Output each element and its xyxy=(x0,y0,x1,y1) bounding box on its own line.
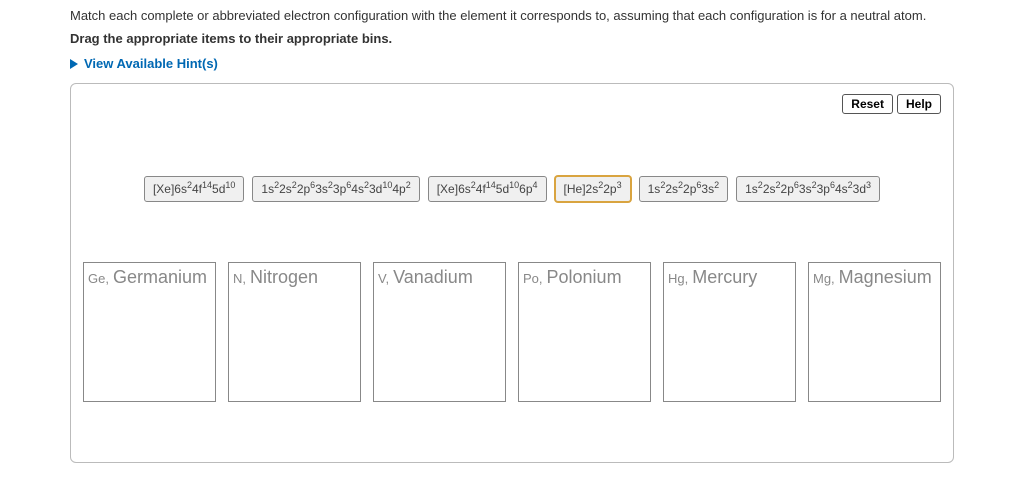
bin-label: Po, Polonium xyxy=(523,267,622,288)
config-tile-5[interactable]: 1s22s22p63s23p64s23d3 xyxy=(736,176,880,202)
bin-symbol: N, xyxy=(233,271,246,286)
bin-germanium[interactable]: Ge, Germanium xyxy=(83,262,216,402)
bin-name: Nitrogen xyxy=(250,267,318,288)
bin-label: N, Nitrogen xyxy=(233,267,318,288)
bin-symbol: Ge, xyxy=(88,271,109,286)
bin-name: Vanadium xyxy=(393,267,473,288)
config-tile-3[interactable]: [He]2s22p3 xyxy=(555,176,631,202)
bold-instruction-text: Drag the appropriate items to their appr… xyxy=(70,31,954,46)
config-tile-1[interactable]: 1s22s22p63s23p64s23d104p2 xyxy=(252,176,419,202)
draggable-tiles-row: [Xe]6s24f145d10 1s22s22p63s23p64s23d104p2… xyxy=(83,176,941,202)
hints-label: View Available Hint(s) xyxy=(84,56,218,71)
config-tile-4[interactable]: 1s22s22p63s2 xyxy=(639,176,728,202)
config-tile-2[interactable]: [Xe]6s24f145d106p4 xyxy=(428,176,547,202)
reset-button[interactable]: Reset xyxy=(842,94,893,114)
bin-nitrogen[interactable]: N, Nitrogen xyxy=(228,262,361,402)
bin-symbol: Mg, xyxy=(813,271,835,286)
bin-mercury[interactable]: Hg, Mercury xyxy=(663,262,796,402)
activity-panel: Reset Help [Xe]6s24f145d10 1s22s22p63s23p… xyxy=(70,83,954,463)
bin-symbol: Hg, xyxy=(668,271,688,286)
bin-label: Hg, Mercury xyxy=(668,267,757,288)
bin-name: Polonium xyxy=(547,267,622,288)
instruction-text: Match each complete or abbreviated elect… xyxy=(70,8,954,23)
bin-symbol: V, xyxy=(378,271,389,286)
bin-name: Magnesium xyxy=(839,267,932,288)
bins-row: Ge, Germanium N, Nitrogen V, Vanadium Po, Polon… xyxy=(83,262,941,402)
bin-label: Mg, Magnesium xyxy=(813,267,932,288)
bin-vanadium[interactable]: V, Vanadium xyxy=(373,262,506,402)
bin-name: Mercury xyxy=(692,267,757,288)
help-button[interactable]: Help xyxy=(897,94,941,114)
config-tile-0[interactable]: [Xe]6s24f145d10 xyxy=(144,176,244,202)
triangle-right-icon xyxy=(70,59,78,69)
bin-label: V, Vanadium xyxy=(378,267,473,288)
bin-symbol: Po, xyxy=(523,271,543,286)
bin-name: Germanium xyxy=(113,267,207,288)
view-hints-link[interactable]: View Available Hint(s) xyxy=(70,56,954,71)
bin-magnesium[interactable]: Mg, Magnesium xyxy=(808,262,941,402)
bin-label: Ge, Germanium xyxy=(88,267,207,288)
bin-polonium[interactable]: Po, Polonium xyxy=(518,262,651,402)
